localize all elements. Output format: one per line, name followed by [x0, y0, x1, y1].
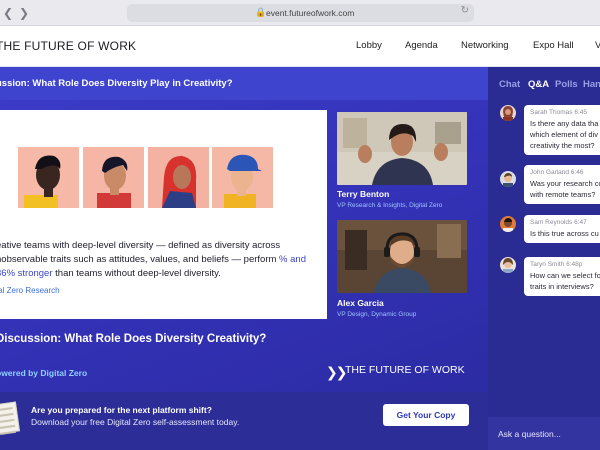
nav-overflow-item[interactable]: V	[595, 40, 600, 51]
banner-heading: Are you prepared for the next platform s…	[31, 405, 212, 415]
chat-text: traits in interviews?	[530, 282, 594, 291]
document-icon	[0, 401, 20, 435]
avatar	[500, 257, 516, 273]
tab-qa[interactable]: Q&A	[528, 79, 549, 90]
portrait-illustration-4	[212, 147, 273, 208]
chat-author: Sarah Thomas	[530, 109, 573, 116]
session-title-bar: ussion: What Role Does Diversity Play in…	[0, 67, 488, 100]
slide-text-part: eative teams with deep-level diversity —…	[0, 240, 281, 265]
chat-text: How can we select fo	[530, 271, 600, 280]
chat-text: with remote teams?	[530, 190, 596, 199]
speaker-video-2[interactable]	[337, 220, 467, 293]
chat-panel: Chat Q&A Polls Han Sarah Thomas 6:45 Is …	[488, 67, 600, 450]
lock-icon: 🔒	[255, 7, 267, 17]
session-heading: ussion: What Role Does Diversity Play in…	[0, 78, 233, 89]
chat-time: 6:45	[574, 109, 587, 116]
promo-banner: Are you prepared for the next platform s…	[0, 392, 488, 450]
chat-meta: Sam Reynolds 6:47	[530, 219, 600, 226]
session-stage: ussion: What Role Does Diversity Play in…	[0, 67, 488, 450]
address-url: event.futureofwork.com	[266, 8, 355, 18]
chat-author: Taryn Smith	[530, 261, 565, 268]
chat-author: Sam Reynolds	[530, 219, 573, 226]
chat-text: Is this true across cu	[530, 229, 599, 238]
avatar	[500, 171, 516, 187]
portrait-illustration-1	[18, 147, 79, 208]
nav-agenda[interactable]: Agenda	[405, 40, 438, 51]
chat-meta: John Garland 6:46	[530, 169, 600, 176]
chat-text: Is there any data tha	[530, 119, 599, 128]
avatar	[500, 216, 516, 232]
chat-time: 6:46	[570, 169, 584, 176]
address-bar[interactable]: 🔒 event.futureofwork.com ↻	[127, 4, 474, 22]
get-your-copy-button[interactable]: Get Your Copy	[383, 404, 469, 426]
double-chevron-icon: ❯❯	[326, 364, 348, 380]
chat-meta: Taryn Smith 6:48p	[530, 261, 600, 268]
brand-wordmark: THE FUTURE OF WORK	[345, 364, 465, 376]
reload-icon[interactable]: ↻	[461, 5, 469, 16]
chat-meta: Sarah Thomas 6:45	[530, 109, 600, 116]
nav-expo-hall[interactable]: Expo Hall	[533, 40, 574, 51]
speaker-name-2: Alex Garcia	[337, 298, 384, 308]
session-title: Discussion: What Role Does Diversity Cre…	[0, 333, 267, 345]
ask-question-input[interactable]	[498, 429, 598, 439]
tab-chat[interactable]: Chat	[499, 79, 520, 90]
chat-message: Sam Reynolds 6:47 Is this true across cu	[524, 215, 600, 243]
tab-polls[interactable]: Polls	[555, 79, 578, 90]
chat-author: John Garland	[530, 169, 570, 176]
back-arrow-icon[interactable]: ❮	[3, 5, 13, 21]
portrait-illustration-2	[83, 147, 144, 208]
speaker-video-1[interactable]	[337, 112, 467, 185]
avatar	[500, 105, 516, 121]
chat-message: Sarah Thomas 6:45 Is there any data tha …	[524, 105, 600, 155]
chat-text: creativity the most?	[530, 141, 595, 150]
chat-time: 6:48p	[566, 261, 583, 268]
slide-text-part: than teams without deep-level diversity.	[52, 268, 221, 279]
forward-arrow-icon[interactable]: ❯	[19, 5, 29, 21]
powered-by-label: owered by Digital Zero	[0, 368, 88, 378]
site-logo[interactable]: THE FUTURE OF WORK	[0, 39, 136, 53]
nav-lobby[interactable]: Lobby	[356, 40, 382, 51]
portrait-illustration-3	[148, 147, 209, 208]
speaker-role-1: VP Research & Insights, Digital Zero	[337, 202, 443, 209]
chat-text: which element of div	[530, 130, 598, 139]
slide-source: tal Zero Research	[0, 286, 60, 295]
chat-input-area	[488, 417, 600, 450]
speaker-name-1: Terry Benton	[337, 189, 390, 199]
chat-text: Was your research co	[530, 179, 600, 188]
presentation-slide: eative teams with deep-level diversity —…	[0, 110, 327, 319]
nav-networking[interactable]: Networking	[461, 40, 509, 51]
tab-hands[interactable]: Han	[583, 79, 600, 90]
speaker-role-2: VP Design, Dynamic Group	[337, 311, 417, 318]
chat-time: 6:47	[574, 219, 587, 226]
site-header: THE FUTURE OF WORK Lobby Agenda Networki…	[0, 26, 600, 67]
chat-message: Taryn Smith 6:48p How can we select fo t…	[524, 257, 600, 296]
banner-body: Download your free Digital Zero self-ass…	[31, 417, 240, 427]
slide-body-text: eative teams with deep-level diversity —…	[0, 239, 321, 281]
browser-toolbar: ❮ ❯ 🔒 event.futureofwork.com ↻	[0, 0, 600, 26]
chat-message: John Garland 6:46 Was your research co w…	[524, 165, 600, 204]
